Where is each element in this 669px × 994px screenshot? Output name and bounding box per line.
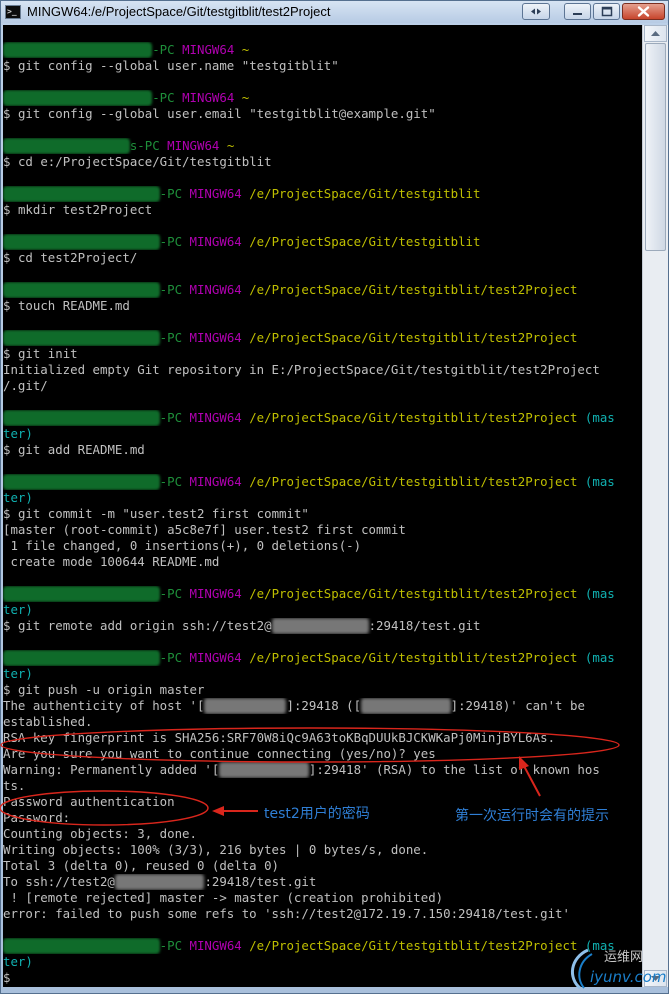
- command-line: $ git push -u origin master: [3, 682, 205, 697]
- redacted-username: xxxxxxxxxxxxxxxxxxxxx: [3, 186, 160, 202]
- watermark-site: 运维网: [604, 950, 644, 965]
- prompt-line: xxxxxxxxxxxxxxxxxs-PC MINGW64 ~: [3, 138, 642, 154]
- redacted-username: xxxxxxxxxxxxxxxxxxxxx: [3, 234, 160, 250]
- output-line: To ssh://test2@xxxxxxxxxxxx:29418/test.g…: [3, 874, 317, 890]
- output-line: ts.: [3, 778, 26, 793]
- password-annotation: test2用户的密码: [264, 806, 370, 822]
- output-line: Total 3 (delta 0), reused 0 (delta 0): [3, 858, 280, 873]
- output-line: /.git/: [3, 378, 48, 393]
- output-line: Warning: Permanently added '[xxxxxxxxxxx…: [3, 762, 600, 778]
- command-line: $ git config --global user.email "testgi…: [3, 106, 436, 121]
- redacted-username: xxxxxxxxxxxxxxxxxxxxx: [3, 474, 160, 490]
- command-line: $ git remote add origin ssh://test2@xxxx…: [3, 618, 481, 634]
- terminal-window: >_ MINGW64:/e/ProjectSpace/Git/testgitbl…: [0, 0, 669, 994]
- output-line: 1 file changed, 0 insertions(+), 0 delet…: [3, 538, 362, 553]
- minimize-button[interactable]: [564, 3, 591, 20]
- vertical-scrollbar[interactable]: [642, 25, 668, 987]
- command-line: $ cd test2Project/: [3, 250, 138, 265]
- arrow-up-icon: [651, 31, 660, 36]
- terminal-app-icon[interactable]: >_: [5, 5, 21, 19]
- branch-line: ter): [3, 426, 33, 441]
- branch-line: ter): [3, 666, 33, 681]
- output-line: established.: [3, 714, 93, 729]
- scrollbar-thumb[interactable]: [645, 43, 666, 251]
- branch-line: ter): [3, 490, 33, 505]
- prompt-line: xxxxxxxxxxxxxxxxxxxx-PC MINGW64 ~: [3, 90, 642, 106]
- redacted-host: xxxxxxxxxxxx: [361, 698, 451, 714]
- prompt-line: xxxxxxxxxxxxxxxxxxxxx-PC MINGW64 /e/Proj…: [3, 410, 642, 426]
- redacted-host: xxxxxxxxxxxx: [219, 762, 309, 778]
- current-prompt[interactable]: $: [3, 970, 642, 986]
- branch-line: ter): [3, 954, 33, 969]
- redacted-username: xxxxxxxxxxxxxxxxxxxxx: [3, 282, 160, 298]
- watermark-domain: iyunv.com: [590, 968, 667, 986]
- scroll-up-button[interactable]: [644, 25, 667, 42]
- redacted-username: xxxxxxxxxxxxxxxxxxxxx: [3, 938, 160, 954]
- fingerprint-line: RSA key fingerprint is SHA256:SRF70W8iQc…: [3, 730, 556, 745]
- prompt-line: xxxxxxxxxxxxxxxxxxxxx-PC MINGW64 /e/Proj…: [3, 186, 642, 202]
- terminal-output[interactable]: xxxxxxxxxxxxxxxxxxxx-PC MINGW64 ~ $ git …: [3, 25, 642, 987]
- watermark: 运维网 iyunv.com: [562, 944, 667, 992]
- redacted-username: xxxxxxxxxxxxxxxxx: [3, 138, 130, 154]
- output-line: Writing objects: 100% (3/3), 216 bytes |…: [3, 842, 429, 857]
- error-line: error: failed to push some refs to 'ssh:…: [3, 906, 570, 921]
- redacted-host: xxxxxxxxxxx: [204, 698, 287, 714]
- command-line: $ mkdir test2Project: [3, 202, 153, 217]
- command-line: $ touch README.md: [3, 298, 130, 313]
- prompt-line: xxxxxxxxxxxxxxxxxxxxx-PC MINGW64 /e/Proj…: [3, 938, 642, 954]
- confirm-line: Are you sure you want to continue connec…: [3, 746, 436, 761]
- redacted-username: xxxxxxxxxxxxxxxxxxxx: [3, 42, 153, 58]
- redacted-host: xxxxxxxxxxxxx: [271, 618, 369, 634]
- window-title: MINGW64:/e/ProjectSpace/Git/testgitblit/…: [27, 4, 331, 19]
- snap-button[interactable]: [522, 3, 550, 20]
- prompt-line: xxxxxxxxxxxxxxxxxxxxx-PC MINGW64 /e/Proj…: [3, 234, 642, 250]
- minimize-icon: [573, 13, 582, 15]
- prompt-line: xxxxxxxxxxxxxxxxxxxxx-PC MINGW64 /e/Proj…: [3, 650, 642, 666]
- redacted-username: xxxxxxxxxxxxxxxxxxxxx: [3, 330, 160, 346]
- command-line: $ git commit -m "user.test2 first commit…: [3, 506, 309, 521]
- title-bar[interactable]: >_ MINGW64:/e/ProjectSpace/Git/testgitbl…: [1, 1, 668, 23]
- redacted-host: xxxxxxxxxxxx: [114, 874, 205, 890]
- command-line: $ cd e:/ProjectSpace/Git/testgitblit: [3, 154, 272, 169]
- output-line: create mode 100644 README.md: [3, 554, 220, 569]
- command-line: $ git add README.md: [3, 442, 145, 457]
- double-arrow-icon: [531, 8, 541, 15]
- prompt-line: xxxxxxxxxxxxxxxxxxxxx-PC MINGW64 /e/Proj…: [3, 330, 642, 346]
- maximize-button[interactable]: [593, 3, 620, 20]
- redacted-username: xxxxxxxxxxxxxxxxxxxxx: [3, 410, 160, 426]
- command-line: $ git config --global user.name "testgit…: [3, 58, 339, 73]
- output-line: The authenticity of host '[xxxxxxxxxxx]:…: [3, 698, 585, 714]
- prompt-line: xxxxxxxxxxxxxxxxxxxxx-PC MINGW64 /e/Proj…: [3, 282, 642, 298]
- redacted-username: xxxxxxxxxxxxxxxxxxxxx: [3, 650, 160, 666]
- output-line: Counting objects: 3, done.: [3, 826, 197, 841]
- output-line: [master (root-commit) a5c8e7f] user.test…: [3, 522, 406, 537]
- prompt-line: xxxxxxxxxxxxxxxxxxxx-PC MINGW64 ~: [3, 42, 642, 58]
- first-run-annotation: 第一次运行时会有的提示: [455, 808, 609, 824]
- output-line: ! [remote rejected] master -> master (cr…: [3, 890, 444, 905]
- command-line: $ git init: [3, 346, 78, 361]
- prompt-line: xxxxxxxxxxxxxxxxxxxxx-PC MINGW64 /e/Proj…: [3, 474, 642, 490]
- close-icon: [637, 6, 650, 17]
- redacted-username: xxxxxxxxxxxxxxxxxxxxx: [3, 586, 160, 602]
- output-line: Initialized empty Git repository in E:/P…: [3, 362, 600, 377]
- maximize-icon: [601, 6, 613, 17]
- prompt-line: xxxxxxxxxxxxxxxxxxxxx-PC MINGW64 /e/Proj…: [3, 586, 642, 602]
- branch-line: ter): [3, 602, 33, 617]
- close-button[interactable]: [622, 3, 665, 20]
- redacted-username: xxxxxxxxxxxxxxxxxxxx: [3, 90, 153, 106]
